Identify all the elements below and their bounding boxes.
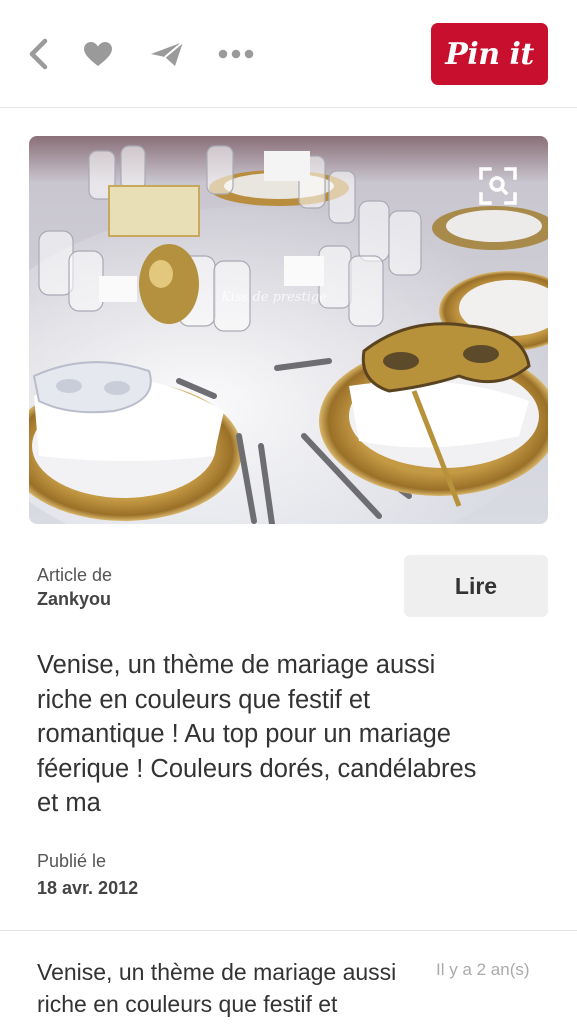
back-chevron-icon[interactable] [18,34,58,74]
read-button[interactable]: Lire [404,555,548,617]
visual-search-icon[interactable] [467,155,529,217]
pin-it-button[interactable]: Pin it [431,23,548,85]
top-toolbar: Pin it [0,0,577,108]
more-dots-icon[interactable] [216,34,256,74]
heart-icon[interactable] [78,34,118,74]
published-date: 18 avr. 2012 [37,878,139,898]
source-label: Article de [37,565,113,585]
image-watermark: Kiss de prestige [220,290,327,305]
source-name-link[interactable]: Zankyou [37,589,111,610]
pin-description: Venise, un thème de mariage aussi riche … [37,651,477,817]
pin-comment-text: Venise, un thème de mariage aussi riche … [37,959,397,1017]
send-icon[interactable] [147,34,187,74]
published-label: Publié le [37,851,107,871]
comment-time-ago: Il y a 2 an(s) [436,960,530,979]
divider [0,930,577,931]
